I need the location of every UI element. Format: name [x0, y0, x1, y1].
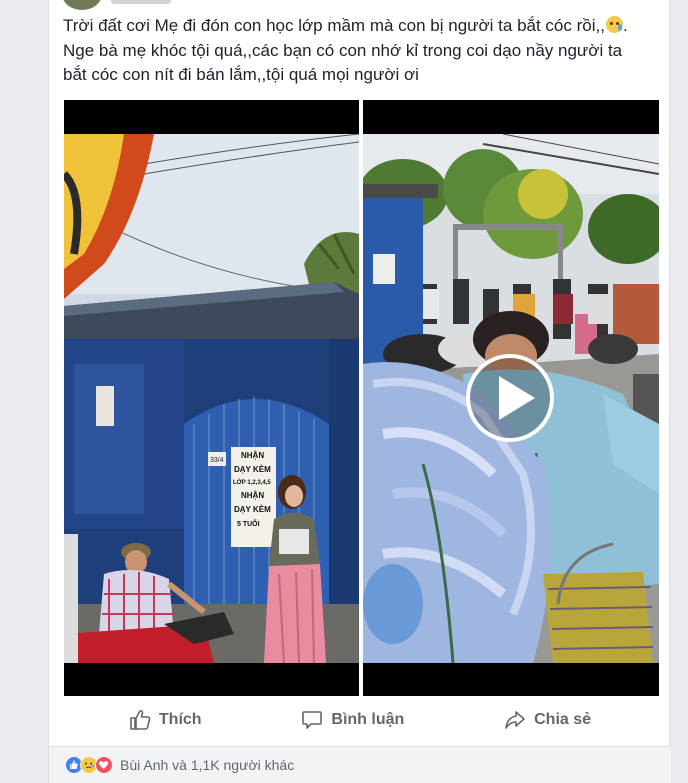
comment-icon [302, 711, 323, 729]
like-button[interactable]: Thích [129, 709, 202, 731]
share-icon [505, 711, 525, 729]
reactions-bar[interactable]: Bùi Anh và 1,1K người khác [49, 747, 671, 783]
post-media[interactable]: 33/4 NHẬN DẠY KÈM LỚP 1,2,3,4,5 NHẬN DẠY… [64, 100, 659, 696]
scene-left-image: 33/4 NHẬN DẠY KÈM LỚP 1,2,3,4,5 NHẬN DẠY… [64, 134, 359, 663]
video-frame-left[interactable]: 33/4 NHẬN DẠY KÈM LỚP 1,2,3,4,5 NHẬN DẠY… [64, 100, 359, 696]
comment-label: Bình luận [331, 711, 405, 728]
post-text-line-2: Nge bà mẹ khóc tội quá,,các bạn có con n… [63, 40, 623, 60]
thumbs-up-icon [130, 710, 151, 730]
reaction-icons[interactable] [65, 756, 113, 774]
post-actions: Thích Bình luận Chia sẻ [49, 700, 671, 740]
play-button[interactable] [466, 354, 554, 442]
sign-line-2: DẠY KÈM [234, 465, 271, 474]
play-icon [499, 376, 535, 420]
author-name[interactable] [111, 0, 171, 4]
sign-line-4: NHẬN [241, 491, 264, 500]
love-reaction-icon [95, 756, 113, 774]
post-card: Trời đất cơi Mẹ đi đón con học lớp mầm m… [48, 0, 671, 783]
video-frame-right[interactable]: CHI [363, 100, 659, 696]
post-text-line-1: Trời đất cơi Mẹ đi đón con học lớp mầm m… [63, 16, 628, 35]
comment-button[interactable]: Bình luận [301, 709, 404, 731]
sign-line-5: DẠY KÈM [234, 505, 271, 514]
house-number-label: 33/4 [210, 457, 224, 464]
reactions-summary[interactable]: Bùi Anh và 1,1K người khác [120, 757, 294, 773]
sign-line-3: LỚP 1,2,3,4,5 [233, 478, 271, 486]
avatar[interactable] [62, 0, 102, 10]
share-button[interactable]: Chia sẻ [504, 709, 591, 731]
share-label: Chia sẻ [534, 711, 592, 728]
sign-line-1: NHẬN [241, 451, 264, 460]
post-text-line-3: bắt cóc con nít đi bán lắm,,tội quá mọi … [63, 65, 419, 84]
crying-face-icon [605, 16, 623, 33]
sign-line-6: 5 TUỔI [237, 519, 260, 528]
like-label: Thích [158, 711, 202, 728]
post-text: Trời đất cơi Mẹ đi đón con học lớp mầm m… [63, 14, 657, 88]
